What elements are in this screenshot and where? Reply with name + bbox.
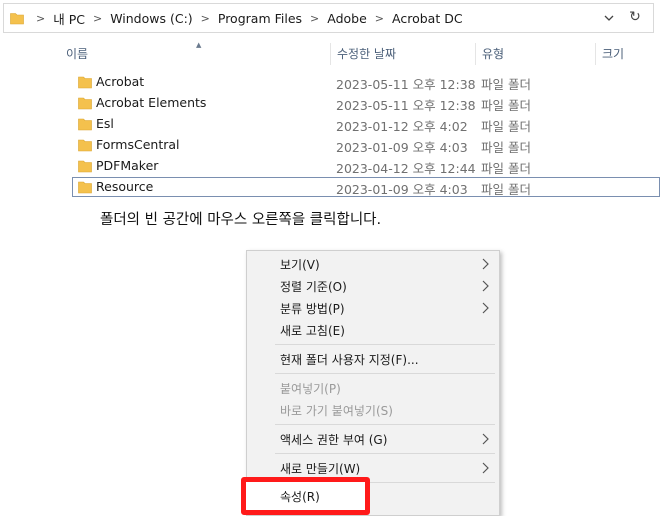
menu-item-paste[interactable]: 붙여넣기(P) (280, 380, 341, 397)
chevron-right-icon (481, 257, 491, 271)
chevron-right-icon[interactable]: > (93, 12, 102, 25)
menu-item-sort-by[interactable]: 정렬 기준(O) (280, 278, 347, 295)
file-type: 파일 폴더 (481, 140, 531, 155)
menu-item-new[interactable]: 새로 만들기(W) (280, 460, 360, 477)
column-header-type[interactable]: 유형 (475, 43, 595, 65)
file-date: 2023-01-09 오후 4:03 (336, 140, 468, 155)
list-item[interactable]: Resource 2023-01-09 오후 4:03 파일 폴더 (70, 177, 660, 198)
file-name: FormsCentral (96, 137, 180, 152)
folder-icon (78, 180, 92, 197)
list-item[interactable]: Acrobat Elements 2023-05-11 오후 12:38 파일 … (70, 93, 660, 114)
file-date: 2023-04-12 오후 12:44 (336, 161, 476, 176)
list-item[interactable]: PDFMaker 2023-04-12 오후 12:44 파일 폴더 (70, 156, 660, 177)
chevron-right-icon[interactable]: > (310, 12, 319, 25)
file-type: 파일 폴더 (481, 77, 531, 92)
list-item[interactable]: Acrobat 2023-05-11 오후 12:38 파일 폴더 (70, 72, 660, 93)
file-name: Acrobat Elements (96, 95, 207, 110)
column-header-size[interactable]: 크기 (595, 43, 660, 65)
folder-icon (78, 117, 92, 134)
file-name: Resource (96, 179, 154, 194)
breadcrumb-segment-windows-c[interactable]: Windows (C:) (110, 11, 192, 26)
menu-divider (275, 344, 495, 345)
menu-divider (275, 373, 495, 374)
folder-icon (78, 138, 92, 155)
column-header-row: ▲ 이름 수정한 날짜 유형 크기 (60, 41, 660, 65)
file-type: 파일 폴더 (481, 98, 531, 113)
chevron-right-icon (481, 279, 491, 293)
chevron-right-icon[interactable]: > (36, 12, 45, 25)
menu-item-refresh[interactable]: 새로 고침(E) (280, 322, 345, 339)
file-name: Acrobat (96, 74, 145, 89)
file-type: 파일 폴더 (481, 182, 531, 197)
breadcrumb: > 내 PC > Windows (C:) > Program Files > … (28, 4, 463, 32)
chevron-right-icon (481, 432, 491, 446)
breadcrumb-segment-acrobat-dc[interactable]: Acrobat DC (392, 11, 463, 26)
menu-item-paste-shortcut[interactable]: 바로 가기 붙여넣기(S) (280, 402, 393, 419)
file-date: 2023-05-11 오후 12:38 (336, 98, 476, 113)
file-name: PDFMaker (96, 158, 159, 173)
chevron-right-icon (481, 461, 491, 475)
file-type: 파일 폴더 (481, 119, 531, 134)
instruction-caption: 폴더의 빈 공간에 마우스 오른쪽을 클릭합니다. (100, 212, 382, 228)
menu-item-view[interactable]: 보기(V) (280, 256, 320, 273)
folder-icon (78, 159, 92, 176)
column-header-date[interactable]: 수정한 날짜 (330, 43, 475, 65)
folder-icon (78, 75, 92, 92)
menu-item-properties[interactable]: 속성(R) (280, 488, 320, 505)
chevron-down-icon[interactable] (601, 10, 617, 26)
folder-icon (10, 11, 24, 28)
chevron-right-icon[interactable]: > (375, 12, 384, 25)
menu-item-give-access[interactable]: 액세스 권한 부여 (G) (280, 431, 387, 448)
file-name: Esl (96, 116, 114, 131)
list-item[interactable]: FormsCentral 2023-01-09 오후 4:03 파일 폴더 (70, 135, 660, 156)
chevron-right-icon (481, 301, 491, 315)
breadcrumb-segment-adobe[interactable]: Adobe (327, 11, 367, 26)
menu-divider (275, 453, 495, 454)
chevron-right-icon[interactable]: > (201, 12, 210, 25)
file-date: 2023-01-12 오후 4:02 (336, 119, 468, 134)
file-type: 파일 폴더 (481, 161, 531, 176)
menu-divider (275, 424, 495, 425)
address-bar[interactable]: > 내 PC > Windows (C:) > Program Files > … (3, 3, 654, 33)
breadcrumb-segment-program-files[interactable]: Program Files (218, 11, 302, 26)
file-date: 2023-01-09 오후 4:03 (336, 182, 468, 197)
menu-item-customize-folder[interactable]: 현재 폴더 사용자 지정(F)... (280, 351, 419, 368)
breadcrumb-segment-this-pc[interactable]: 내 PC (53, 9, 85, 28)
refresh-icon[interactable]: ↻ (627, 9, 643, 25)
file-date: 2023-05-11 오후 12:38 (336, 77, 476, 92)
folder-icon (78, 96, 92, 113)
column-header-name[interactable]: 이름 (60, 43, 330, 65)
menu-item-group-by[interactable]: 분류 방법(P) (280, 300, 345, 317)
list-item[interactable]: Esl 2023-01-12 오후 4:02 파일 폴더 (70, 114, 660, 135)
